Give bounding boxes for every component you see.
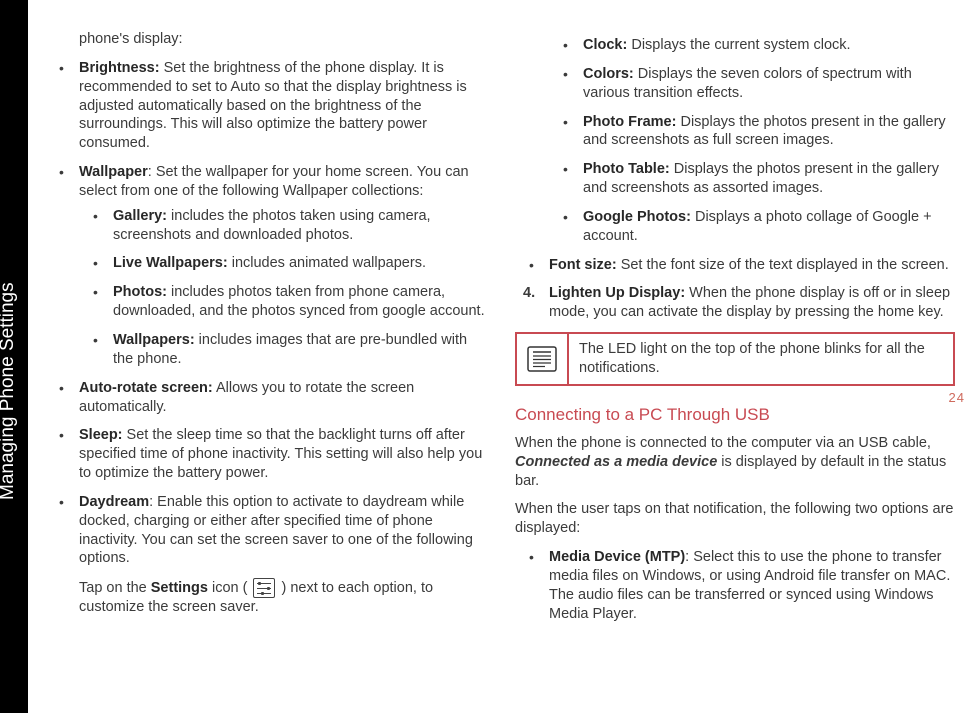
item-label: Photo Frame: [583,114,676,130]
bullet-list-left: Brightness: Set the brightness of the ph… [45,59,485,568]
list-item: 4. Lighten Up Display: When the phone di… [549,284,955,322]
list-item: Auto-rotate screen: Allows you to rotate… [79,379,485,417]
tap-bold: Settings [151,580,208,596]
bullet-list-right: Font size: Set the font size of the text… [515,256,955,275]
page: Managing Phone Settings phone's display:… [0,0,970,713]
usb-para-2: When the user taps on that notification,… [515,500,955,538]
list-item: Photo Table: Displays the photos present… [583,160,955,198]
item-text: Set the font size of the text displayed … [617,257,949,273]
p1-pre: When the phone is connected to the compu… [515,435,931,451]
section-title: Connecting to a PC Through USB [515,404,955,426]
item-label: Auto-rotate screen: [79,380,213,396]
list-item: Photo Frame: Displays the photos present… [583,113,955,151]
list-item: Clock: Displays the current system clock… [583,36,955,55]
item-label: Font size: [549,257,617,273]
list-item: Gallery: includes the photos taken using… [113,207,485,245]
content: phone's display: Brightness: Set the bri… [45,30,955,690]
rail-title: Managing Phone Settings [0,282,19,500]
continued-fragment: phone's display: [45,30,485,49]
daydream-options: Clock: Displays the current system clock… [515,36,955,246]
item-label: Wallpapers: [113,332,195,348]
note-icon [527,346,557,372]
item-label: Media Device (MTP) [549,549,685,565]
list-item: Wallpapers: includes images that are pre… [113,331,485,369]
list-item: Sleep: Set the sleep time so that the ba… [79,426,485,483]
usb-para-1: When the phone is connected to the compu… [515,434,955,491]
item-label: Daydream [79,494,149,510]
list-item: Colors: Displays the seven colors of spe… [583,65,955,103]
list-item: Daydream: Enable this option to activate… [79,493,485,568]
page-number: 24 [949,390,965,407]
list-item: Google Photos: Displays a photo collage … [583,208,955,246]
item-label: Brightness: [79,60,160,76]
list-item: Media Device (MTP): Select this to use t… [549,548,955,623]
note-text: The LED light on the top of the phone bl… [567,334,953,384]
settings-icon [253,578,275,598]
note-icon-cell [517,340,567,378]
wallpaper-sublist: Gallery: includes the photos taken using… [79,207,485,369]
step-number: 4. [523,284,535,303]
left-column: phone's display: Brightness: Set the bri… [45,30,485,690]
list-item: Brightness: Set the brightness of the ph… [79,59,485,153]
item-label: Photos: [113,284,167,300]
item-text: includes photos taken from phone camera,… [113,284,485,319]
right-column: 24 Clock: Displays the current system cl… [515,30,955,690]
tap-mid: icon ( [208,580,252,596]
item-label: Live Wallpapers: [113,255,228,271]
list-item: Font size: Set the font size of the text… [549,256,955,275]
left-rail: Managing Phone Settings [0,0,28,713]
tap-instruction: Tap on the Settings icon ( ) next to eac… [45,578,485,617]
item-label: Google Photos: [583,209,691,225]
item-label: Clock: [583,37,627,53]
item-text: Set the sleep time so that the backlight… [79,427,482,481]
item-label: Photo Table: [583,161,670,177]
item-label: Gallery: [113,208,167,224]
list-item: Live Wallpapers: includes animated wallp… [113,254,485,273]
list-item: Wallpaper: Set the wallpaper for your ho… [79,163,485,369]
tap-pre: Tap on the [79,580,151,596]
item-label: Lighten Up Display: [549,285,685,301]
item-label: Wallpaper [79,164,148,180]
numbered-list: 4. Lighten Up Display: When the phone di… [515,284,955,322]
item-label: Sleep: [79,427,123,443]
p1-bold: Connected as a media device [515,454,717,470]
note-box: The LED light on the top of the phone bl… [515,332,955,386]
item-text: Displays the current system clock. [627,37,850,53]
usb-options: Media Device (MTP): Select this to use t… [515,548,955,623]
item-label: Colors: [583,66,634,82]
list-item: Photos: includes photos taken from phone… [113,283,485,321]
item-text: includes animated wallpapers. [228,255,426,271]
